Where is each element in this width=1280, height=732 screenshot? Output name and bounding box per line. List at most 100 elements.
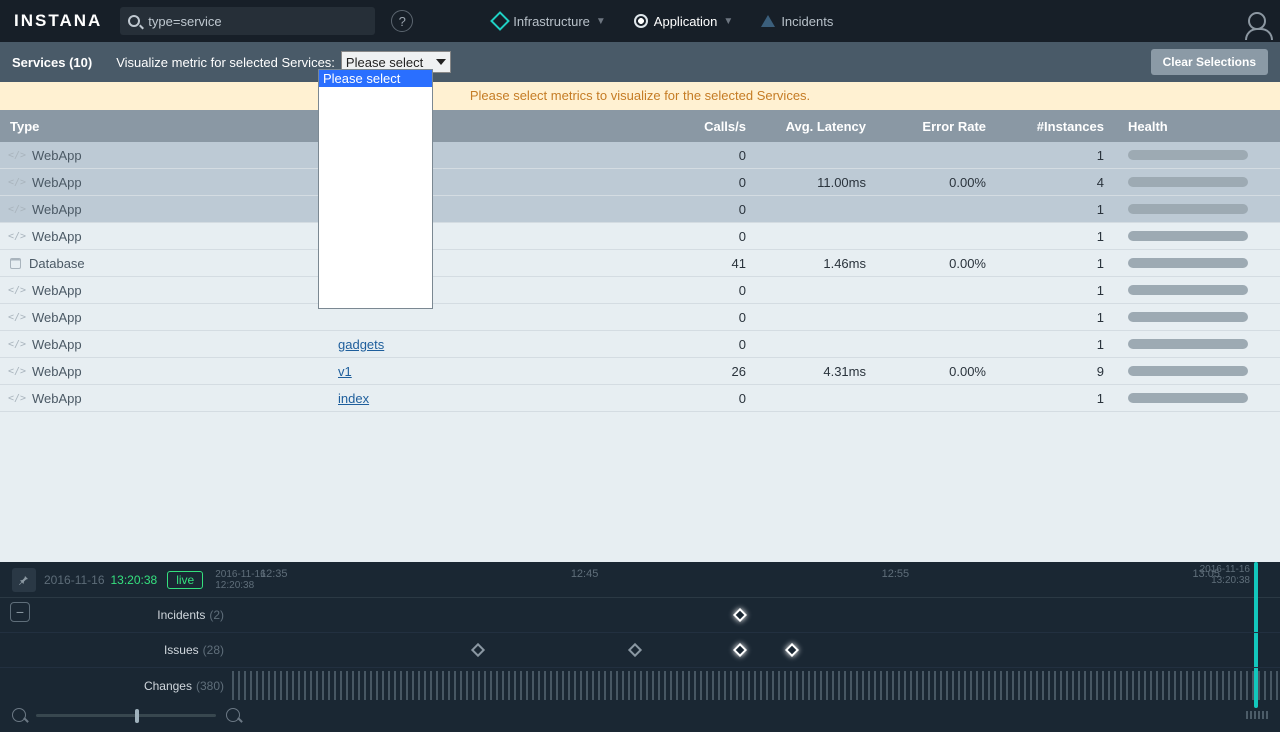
latency-cell: 11.00ms: [756, 175, 876, 190]
calls-cell: 0: [644, 310, 756, 325]
resize-handle[interactable]: [1246, 711, 1268, 719]
nav-application[interactable]: Application ▼: [634, 14, 734, 29]
nav-incidents[interactable]: Incidents: [761, 14, 833, 29]
type-cell: WebApp: [0, 391, 328, 406]
health-cell: [1114, 231, 1280, 241]
errorrate-cell: 0.00%: [876, 256, 996, 271]
instances-cell: 1: [996, 310, 1114, 325]
zoom-slider[interactable]: [36, 714, 216, 717]
table-row[interactable]: WebAppindex0 1: [0, 385, 1280, 412]
col-type[interactable]: Type: [0, 119, 328, 134]
metric-option[interactable]: Calls/s: [319, 87, 432, 104]
instances-cell: 1: [996, 337, 1114, 352]
table-row[interactable]: WebApp01: [0, 223, 1280, 250]
code-icon: [10, 310, 24, 324]
metric-option[interactable]: Latency 99th: [319, 257, 432, 274]
changes-count: (380): [196, 679, 224, 693]
type-cell: WebApp: [0, 202, 328, 217]
metric-option[interactable]: Latency 50th: [319, 189, 432, 206]
calls-cell: 0: [644, 337, 756, 352]
metric-option[interactable]: Min Latency: [319, 291, 432, 308]
collapse-button[interactable]: −: [10, 602, 30, 622]
col-calls[interactable]: Calls/s: [644, 119, 756, 134]
type-cell: WebApp: [0, 337, 328, 352]
table-row[interactable]: WebApp gadgets 0 1: [0, 331, 1280, 358]
zoom-out-icon[interactable]: [12, 708, 26, 722]
help-button[interactable]: ?: [391, 10, 413, 32]
name-cell[interactable]: index: [328, 391, 644, 406]
metric-option[interactable]: Latency: [319, 138, 432, 155]
table-row[interactable]: WebApp 0 1: [0, 304, 1280, 331]
services-count: Services (10): [12, 55, 92, 70]
col-latency[interactable]: Avg. Latency: [756, 119, 876, 134]
incidents-label: Incidents: [157, 608, 205, 622]
health-bar: [1128, 339, 1248, 349]
table-row[interactable]: WebApp011.00ms0.00%4: [0, 169, 1280, 196]
metric-option[interactable]: Latency 95th: [319, 223, 432, 240]
instances-cell: 1: [996, 148, 1114, 163]
type-cell: WebApp: [0, 310, 328, 325]
timestamp-current[interactable]: 2016-11-16 13:20:38: [44, 573, 157, 587]
health-bar: [1128, 258, 1248, 268]
col-health[interactable]: Health: [1114, 119, 1280, 134]
incidents-count: (2): [209, 608, 224, 622]
calls-cell: 0: [644, 391, 756, 406]
table-row[interactable]: WebAppv1264.31ms0.00%9: [0, 358, 1280, 385]
type-cell: Database: [0, 256, 328, 271]
table-row[interactable]: WebApp01: [0, 277, 1280, 304]
chevron-down-icon: [436, 59, 446, 65]
zoom-in-icon[interactable]: [226, 708, 240, 722]
changes-label: Changes: [144, 679, 192, 693]
name-cell[interactable]: gadgets: [328, 337, 644, 352]
visualize-label: Visualize metric for selected Services:: [116, 55, 335, 70]
nav-infrastructure[interactable]: Infrastructure ▼: [493, 14, 606, 29]
health-bar: [1128, 366, 1248, 376]
calls-cell: 0: [644, 229, 756, 244]
issues-canvas[interactable]: [232, 633, 1280, 667]
subheader: Services (10) Visualize metric for selec…: [0, 42, 1280, 82]
health-bar: [1128, 393, 1248, 403]
search-value: type=service: [148, 14, 221, 29]
chevron-down-icon: ▼: [723, 16, 733, 27]
type-cell: WebApp: [0, 175, 328, 190]
type-cell: WebApp: [0, 229, 328, 244]
table-row[interactable]: WebApp01: [0, 142, 1280, 169]
metric-dropdown[interactable]: Please selectCalls/sError RateInstancesL…: [318, 69, 433, 309]
metric-option[interactable]: Please select: [319, 70, 432, 87]
metric-option[interactable]: Latency 98th: [319, 240, 432, 257]
clear-selections-button[interactable]: Clear Selections: [1151, 49, 1268, 75]
errorrate-cell: 0.00%: [876, 364, 996, 379]
service-link: gadgets: [338, 337, 384, 352]
health-cell: [1114, 339, 1280, 349]
instances-cell: 1: [996, 391, 1114, 406]
instances-cell: 4: [996, 175, 1114, 190]
health-cell: [1114, 285, 1280, 295]
table-row[interactable]: WebApp01: [0, 196, 1280, 223]
col-instances[interactable]: #Instances: [996, 119, 1114, 134]
health-cell: [1114, 177, 1280, 187]
health-bar: [1128, 231, 1248, 241]
col-errorrate[interactable]: Error Rate: [876, 119, 996, 134]
search-icon: [128, 15, 140, 27]
health-cell: [1114, 393, 1280, 403]
metric-option[interactable]: Error Rate: [319, 104, 432, 121]
calls-cell: 41: [644, 256, 756, 271]
metric-option[interactable]: Instances: [319, 121, 432, 138]
metric-option[interactable]: Latency 25th: [319, 172, 432, 189]
calls-cell: 26: [644, 364, 756, 379]
changes-track: Changes (380): [0, 668, 1280, 703]
user-icon[interactable]: [1248, 12, 1266, 30]
changes-canvas[interactable]: [232, 668, 1280, 703]
table-row[interactable]: Database22411.46ms0.00%1: [0, 250, 1280, 277]
metric-option[interactable]: Max Latency: [319, 274, 432, 291]
live-pill[interactable]: live: [167, 571, 203, 589]
metric-option[interactable]: Avg. Latency: [319, 155, 432, 172]
pin-icon[interactable]: [12, 568, 36, 592]
latency-cell: 1.46ms: [756, 256, 876, 271]
search-input[interactable]: type=service: [120, 7, 375, 35]
code-icon: [10, 202, 24, 216]
name-cell[interactable]: v1: [328, 364, 644, 379]
incidents-canvas[interactable]: [232, 598, 1280, 632]
metric-option[interactable]: Latency 75th: [319, 206, 432, 223]
issues-count: (28): [203, 643, 224, 657]
